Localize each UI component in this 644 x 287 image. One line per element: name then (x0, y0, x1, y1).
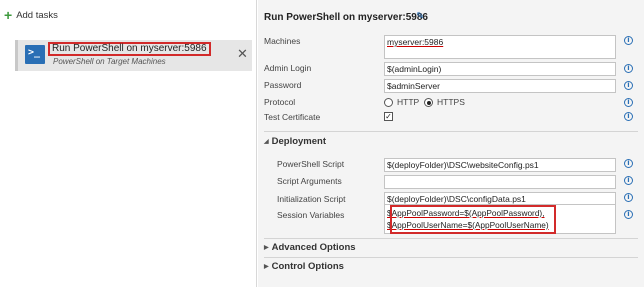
section-divider (264, 131, 638, 132)
add-tasks-label: Add tasks (16, 9, 58, 21)
section-divider (264, 238, 638, 239)
chevron-down-icon: ◢ (264, 139, 269, 145)
machines-input[interactable]: myserver:5986 (384, 35, 616, 59)
admin-login-input[interactable]: $(adminLogin) (384, 62, 616, 76)
powershell-script-label: PowerShell Script (277, 159, 345, 169)
info-icon[interactable]: i (624, 98, 633, 107)
task-subtitle: PowerShell on Target Machines (53, 57, 166, 66)
protocol-https-label: HTTPS (437, 97, 465, 107)
chevron-right-icon: ▶ (264, 245, 269, 251)
annotation-highlight (390, 205, 556, 234)
add-tasks-button[interactable]: + Add tasks (4, 8, 58, 22)
info-icon[interactable]: i (624, 81, 633, 90)
section-divider (264, 257, 638, 258)
machines-label: Machines (264, 36, 301, 46)
deployment-section-header[interactable]: ◢ Deployment (264, 136, 326, 147)
script-arguments-label: Script Arguments (277, 176, 342, 186)
advanced-options-section-header[interactable]: ▶ Advanced Options (264, 242, 356, 253)
info-icon[interactable]: i (624, 36, 633, 45)
info-icon[interactable]: i (624, 210, 633, 219)
test-certificate-label: Test Certificate (264, 112, 321, 122)
admin-login-label: Admin Login (264, 63, 312, 73)
initialization-script-label: Initialization Script (277, 194, 346, 204)
protocol-http-label: HTTP (397, 97, 420, 107)
password-label: Password (264, 80, 302, 90)
powershell-script-input[interactable]: $(deployFolder)\DSC\websiteConfig.ps1 (384, 158, 616, 172)
close-icon[interactable]: ✕ (237, 46, 248, 62)
info-icon[interactable]: i (624, 176, 633, 185)
powershell-icon: >_ (25, 45, 45, 64)
protocol-radio-https[interactable] (424, 98, 433, 107)
info-icon[interactable]: i (624, 64, 633, 73)
chevron-right-icon: ▶ (264, 264, 269, 270)
edit-pencil-icon[interactable]: ✎ (416, 11, 424, 22)
task-item-run-powershell[interactable]: >_ Run PowerShell on myserver:5986 Power… (15, 40, 252, 71)
task-editor-panel: Run PowerShell on myserver:5986 ✎ Machin… (258, 0, 644, 287)
protocol-radio-http[interactable] (384, 98, 393, 107)
script-arguments-input[interactable] (384, 175, 616, 189)
task-editor-title: Run PowerShell on myserver:5986 (264, 12, 428, 23)
password-input[interactable]: $adminServer (384, 79, 616, 93)
info-icon[interactable]: i (624, 159, 633, 168)
protocol-label: Protocol (264, 97, 296, 107)
test-certificate-checkbox[interactable]: ✓ (384, 112, 393, 121)
session-variables-label: Session Variables (277, 210, 345, 220)
control-options-section-header[interactable]: ▶ Control Options (264, 261, 344, 272)
task-title: Run PowerShell on myserver:5986 (48, 42, 211, 56)
info-icon[interactable]: i (624, 112, 633, 121)
info-icon[interactable]: i (624, 193, 633, 202)
plus-icon: + (4, 7, 13, 23)
task-list-panel: + Add tasks >_ Run PowerShell on myserve… (0, 0, 257, 287)
